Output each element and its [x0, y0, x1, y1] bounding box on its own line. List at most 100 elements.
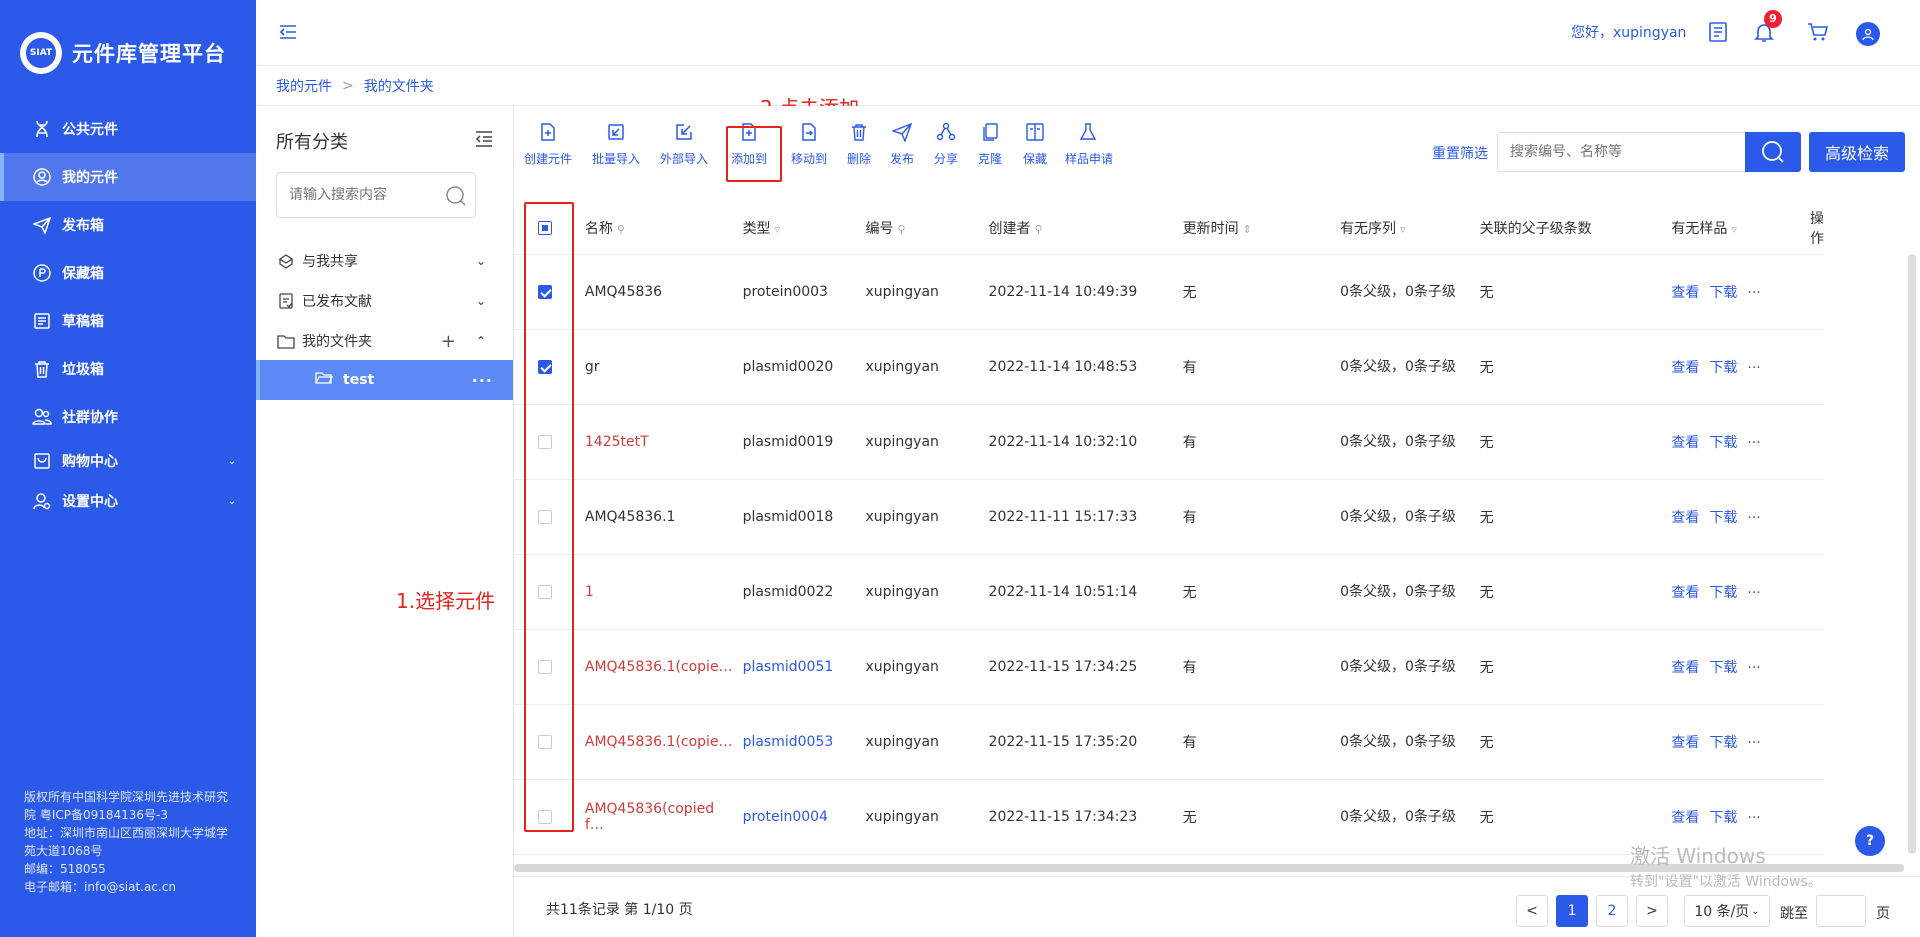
more-icon[interactable]: ··· — [1747, 660, 1760, 676]
view-link[interactable]: 查看 — [1671, 585, 1699, 601]
page-size-select[interactable]: 10 条/页 ⌄ — [1684, 895, 1770, 927]
view-link[interactable]: 查看 — [1671, 810, 1699, 826]
cell-name[interactable]: AMQ45836.1(copie… — [574, 704, 733, 780]
list-collapse-icon[interactable] — [474, 130, 494, 148]
more-icon[interactable]: ··· — [472, 371, 493, 390]
category-my-folder[interactable]: 我的文件夹 + ⌃ — [276, 326, 496, 356]
sort-icon[interactable]: ⇕ — [1243, 223, 1252, 236]
external-import-button[interactable]: 外部导入 — [650, 120, 718, 180]
view-link[interactable]: 查看 — [1671, 285, 1699, 301]
table-row[interactable]: gr plasmid0020 xupingyan 2022-11-14 10:48:5… — [514, 329, 1824, 405]
search-icon[interactable]: ⚲ — [1035, 223, 1043, 236]
cell-name[interactable]: 1 — [574, 554, 733, 630]
delete-button[interactable]: 删除 — [838, 120, 880, 180]
search-icon[interactable] — [444, 184, 468, 208]
sidebar-item-public[interactable]: 公共元件 — [0, 105, 256, 153]
goto-page-input[interactable] — [1816, 895, 1866, 927]
logo[interactable]: SIAT 元件库管理平台 — [20, 32, 226, 74]
cell-name[interactable]: AMQ45836 — [574, 254, 733, 330]
table-row[interactable]: 1425tetT plasmid0019 xupingyan 2022-11-14 1… — [514, 404, 1824, 480]
cell-name[interactable]: AMQ45836.1(copie… — [574, 629, 733, 705]
page-2-button[interactable]: 2 — [1596, 895, 1628, 927]
table-row[interactable]: 1 plasmid0022 xupingyan 2022-11-14 10:51:14… — [514, 554, 1824, 630]
column-header-sequence[interactable]: 有无序列 ▿ — [1330, 202, 1470, 255]
download-link[interactable]: 下载 — [1709, 360, 1737, 376]
download-link[interactable]: 下载 — [1709, 510, 1737, 526]
sidebar-item-trash[interactable]: 垃圾箱 — [0, 345, 256, 393]
sample-request-button[interactable]: 样品申请 — [1058, 120, 1120, 180]
page-1-button[interactable]: 1 — [1556, 895, 1588, 927]
batch-import-button[interactable]: 批量导入 — [582, 120, 650, 180]
search-icon[interactable]: ⚲ — [897, 223, 905, 236]
prev-page-button[interactable]: < — [1516, 895, 1548, 927]
filter-icon[interactable]: ▿ — [1400, 223, 1406, 236]
cell-type[interactable]: protein0004 — [732, 779, 856, 855]
cell-name[interactable]: AMQ45836.1 — [574, 479, 733, 555]
publish-button[interactable]: 发布 — [880, 120, 924, 180]
more-icon[interactable]: ··· — [1747, 510, 1760, 526]
more-icon[interactable]: ··· — [1747, 585, 1760, 601]
document-icon[interactable] — [1706, 20, 1730, 44]
search-button[interactable] — [1745, 132, 1801, 172]
collect-button[interactable]: 保藏 — [1012, 120, 1058, 180]
chevron-up-icon[interactable]: ⌃ — [476, 334, 486, 348]
download-link[interactable]: 下载 — [1709, 660, 1737, 676]
cell-name[interactable]: AMQ45836(copied f… — [574, 779, 733, 855]
download-link[interactable]: 下载 — [1709, 285, 1737, 301]
breadcrumb-item-folder[interactable]: 我的文件夹 — [364, 76, 434, 96]
table-row[interactable]: AMQ45836(copied f… protein0004 xupingyan 20… — [514, 779, 1824, 855]
sidebar-item-settings[interactable]: 设置中心 ⌄ — [0, 481, 256, 521]
advanced-search-button[interactable]: 高级检索 — [1809, 132, 1905, 172]
sidebar-item-shop[interactable]: 购物中心 ⌄ — [0, 441, 256, 481]
move-to-button[interactable]: 移动到 — [780, 120, 838, 180]
sidebar-item-community[interactable]: 社群协作 — [0, 393, 256, 441]
cart-icon[interactable] — [1806, 20, 1830, 44]
reset-filter-link[interactable]: 重置筛选 — [1432, 143, 1488, 163]
more-icon[interactable]: ··· — [1747, 810, 1760, 826]
cell-type[interactable]: plasmid0051 — [732, 629, 856, 705]
view-link[interactable]: 查看 — [1671, 435, 1699, 451]
create-button[interactable]: 创建元件 — [514, 120, 582, 180]
column-header-updated[interactable]: 更新时间 ⇕ — [1172, 202, 1331, 255]
cell-type[interactable]: plasmid0053 — [732, 704, 856, 780]
clone-button[interactable]: 克隆 — [968, 120, 1012, 180]
download-link[interactable]: 下载 — [1709, 810, 1737, 826]
cell-name[interactable]: 1425tetT — [574, 404, 733, 480]
avatar[interactable] — [1856, 22, 1880, 46]
category-shared[interactable]: 与我共享 ⌄ — [276, 246, 496, 276]
view-link[interactable]: 查看 — [1671, 510, 1699, 526]
add-folder-icon[interactable]: + — [441, 331, 456, 352]
download-link[interactable]: 下载 — [1709, 735, 1737, 751]
column-header-type[interactable]: 类型 ▿ — [732, 202, 856, 255]
download-link[interactable]: 下载 — [1709, 435, 1737, 451]
category-published[interactable]: 已发布文献 ⌄ — [276, 286, 496, 316]
column-header-creator[interactable]: 创建者 ⚲ — [978, 202, 1173, 255]
filter-icon[interactable]: ▿ — [1731, 223, 1737, 236]
column-header-sample[interactable]: 有无样品 ▿ — [1661, 202, 1800, 255]
view-link[interactable]: 查看 — [1671, 660, 1699, 676]
breadcrumb-item-mine[interactable]: 我的元件 — [276, 76, 332, 96]
view-link[interactable]: 查看 — [1671, 735, 1699, 751]
sidebar-item-collection[interactable]: 保藏箱 — [0, 249, 256, 297]
sidebar-item-draft[interactable]: 草稿箱 — [0, 297, 256, 345]
sidebar-item-mine[interactable]: 我的元件 — [0, 153, 256, 201]
filter-icon[interactable]: ▿ — [775, 223, 781, 236]
table-row[interactable]: AMQ45836.1 plasmid0018 xupingyan 2022-11-11… — [514, 479, 1824, 555]
next-page-button[interactable]: > — [1636, 895, 1668, 927]
table-row[interactable]: AMQ45836.1(copie… plasmid0053 xupingyan 202… — [514, 704, 1824, 780]
search-icon[interactable]: ⚲ — [617, 223, 625, 236]
more-icon[interactable]: ··· — [1747, 360, 1760, 376]
more-icon[interactable]: ··· — [1747, 435, 1760, 451]
view-link[interactable]: 查看 — [1671, 360, 1699, 376]
download-link[interactable]: 下载 — [1709, 585, 1737, 601]
column-header-name[interactable]: 名称 ⚲ — [574, 202, 733, 255]
more-icon[interactable]: ··· — [1747, 735, 1760, 751]
sidebar-item-publish[interactable]: 发布箱 — [0, 201, 256, 249]
table-row[interactable]: AMQ45836 protein0003 xupingyan 2022-11-14 1… — [514, 254, 1824, 330]
table-row[interactable]: AMQ45836.1(copie… plasmid0051 xupingyan 202… — [514, 629, 1824, 705]
column-header-id[interactable]: 编号 ⚲ — [855, 202, 979, 255]
search-input[interactable] — [1497, 132, 1745, 172]
help-button[interactable]: ? — [1855, 826, 1885, 856]
cell-name[interactable]: gr — [574, 329, 733, 405]
share-button[interactable]: 分享 — [924, 120, 968, 180]
